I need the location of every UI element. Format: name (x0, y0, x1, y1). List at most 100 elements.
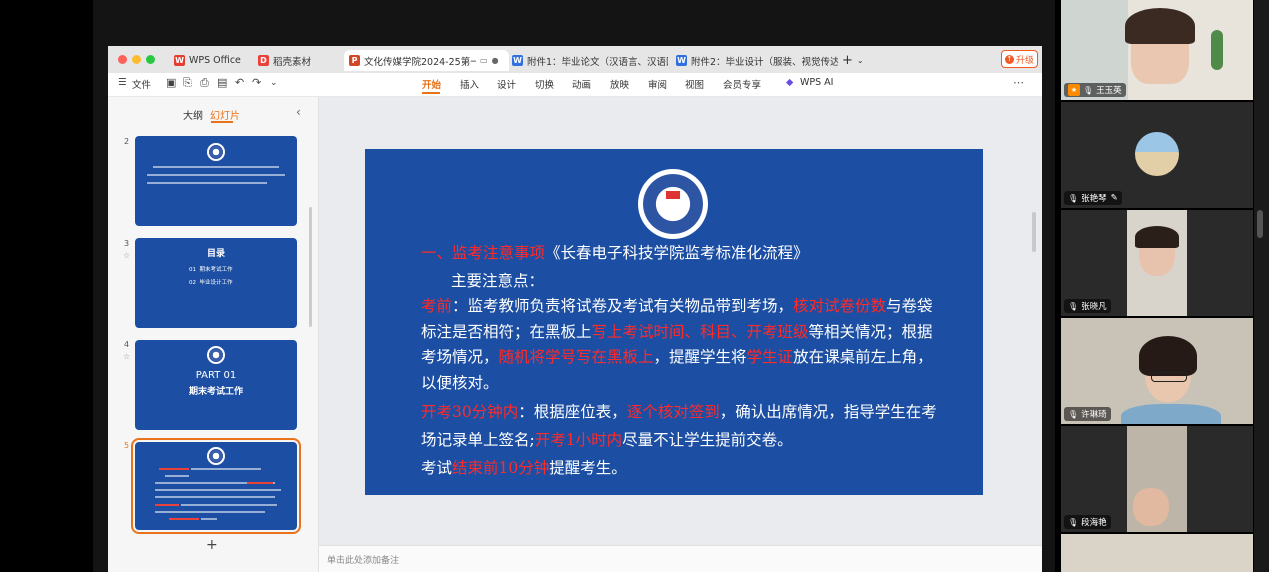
tab-doc-attachment-2[interactable]: W 附件2：毕业设计（服装、视觉传达 (676, 50, 838, 71)
undo-icon[interactable]: ↶ (235, 76, 244, 89)
participant-label: 🎙 段海艳 (1064, 515, 1111, 529)
word-file-icon: W (512, 55, 523, 66)
slide-thumbnail-2[interactable] (135, 136, 297, 226)
text-line-red (155, 504, 179, 506)
participant-tile[interactable]: ★ 🎙 王玉英 (1061, 0, 1253, 100)
slide-number: 4 (124, 340, 130, 349)
participant-tile[interactable]: 🎙 段海艳 (1061, 426, 1253, 532)
chevron-down-icon[interactable]: ⌄ (270, 78, 278, 88)
mic-muted-icon: 🎙 (1068, 409, 1079, 419)
tab-insert[interactable]: 插入 (460, 77, 479, 91)
glasses (1151, 372, 1187, 382)
avatar (1135, 132, 1179, 176)
thumb-toc-title: 目录 (207, 249, 226, 259)
university-seal-icon (638, 169, 708, 239)
maximize-window-button[interactable] (146, 55, 155, 64)
participants-panel: ★ 🎙 王玉英 🎙 张艳琴 ✎ 🎙 张晓凡 🎙 许琳琦 🎙 段海艳 (1061, 0, 1269, 572)
paragraph-end-exam: 考试结束前10分钟提醒考生。 (421, 459, 627, 477)
editor-scrollbar[interactable] (1032, 212, 1036, 252)
ppt-file-icon: P (349, 55, 360, 66)
active-tab-indicator (422, 92, 440, 94)
video-face (1133, 488, 1169, 526)
tab-membership[interactable]: 会员专享 (723, 77, 761, 91)
tab-doc-attachment-1[interactable]: W 附件1：毕业论文（汉语言、汉语国 (512, 50, 668, 71)
tab-start[interactable]: 开始 (422, 77, 441, 91)
slide-thumbnail-3[interactable]: 目录 01 期末考试工作 02 毕业设计工作 (135, 238, 297, 328)
plant-decor (1211, 30, 1223, 70)
participant-label: 🎙 张晓凡 (1064, 299, 1111, 313)
slide-thumbnail-4[interactable]: PART 01 期末考试工作 (135, 340, 297, 430)
tab-bar: W WPS Office D 稻壳素材 P 文化传媒学院2024-25第一 ▭ … (108, 46, 1042, 73)
print-preview-icon[interactable]: ▤ (217, 76, 227, 89)
slide-thumbnail-panel: 大纲 幻灯片 ‹ 2 3 ☆ 目录 01 期末考试工作 02 毕业设计工作 4 (108, 97, 319, 572)
tab-ppt-document[interactable]: P 文化传媒学院2024-25第一 ▭ ● (344, 50, 509, 71)
text-line (181, 504, 277, 506)
text-line (155, 496, 275, 498)
notes-placeholder: 单击此处添加备注 (327, 556, 400, 566)
word-file-icon: W (676, 55, 687, 66)
slide-body[interactable]: 一、监考注意事项《长春电子科技学院监考标准化流程》 主要注意点： 考前：监考教师… (421, 241, 941, 482)
current-slide[interactable]: 一、监考注意事项《长春电子科技学院监考标准化流程》 主要注意点： 考前：监考教师… (365, 149, 983, 495)
video-hair (1135, 226, 1179, 248)
active-tab-indicator (211, 121, 233, 123)
file-menu[interactable]: 文件 (132, 77, 151, 91)
participant-tile[interactable]: 🎙 张晓凡 (1061, 210, 1253, 316)
tab-transition[interactable]: 切换 (535, 77, 554, 91)
wps-window: W WPS Office D 稻壳素材 P 文化传媒学院2024-25第一 ▭ … (108, 46, 1042, 572)
upgrade-icon: ↑ (1004, 54, 1014, 64)
star-icon: ☆ (123, 352, 131, 361)
add-slide-button[interactable]: + (206, 537, 218, 553)
paragraph-before-exam: 考前：监考教师负责将试卷及考试有关物品带到考场，核对试卷份数与卷袋标注是否相符；… (421, 297, 933, 392)
new-tab-button[interactable]: + ⌄ (842, 50, 872, 71)
daoke-icon: D (258, 55, 269, 66)
tab-view[interactable]: 视图 (685, 77, 704, 91)
participant-tile[interactable]: 🎙 张艳琴 ✎ (1061, 102, 1253, 208)
notes-area[interactable]: 单击此处添加备注 (319, 545, 1042, 572)
save-icon[interactable]: ▣ (166, 76, 176, 89)
close-window-button[interactable] (118, 55, 127, 64)
slide-heading: 一、监考注意事项《长春电子科技学院监考标准化流程》 (421, 244, 809, 262)
tab-design[interactable]: 设计 (497, 77, 516, 91)
slide-thumbnail-5[interactable] (131, 438, 301, 534)
slide-number: 2 (124, 137, 130, 146)
school-logo-icon (207, 346, 225, 364)
text-line (155, 489, 281, 491)
wps-ai-icon[interactable]: ◆ (786, 77, 793, 88)
minimize-window-button[interactable] (132, 55, 141, 64)
mic-muted-icon: 🎙 (1068, 517, 1079, 527)
collapse-panel-icon[interactable]: ‹ (296, 105, 301, 119)
slide-editor: 一、监考注意事项《长春电子科技学院监考标准化流程》 主要注意点： 考前：监考教师… (319, 97, 1042, 572)
slide-number: 5 (124, 441, 130, 450)
participant-label: ★ 🎙 王玉英 (1064, 83, 1126, 97)
participant-tile[interactable] (1061, 534, 1253, 572)
text-line-red (169, 518, 199, 520)
print-icon[interactable]: ⎙ (200, 76, 209, 90)
export-icon[interactable]: ⎘ (183, 76, 192, 90)
tab-slides[interactable]: 幻灯片 (210, 107, 240, 122)
upgrade-button[interactable]: ↑ 升级 (1001, 50, 1038, 68)
tab-animation[interactable]: 动画 (572, 77, 591, 91)
scrollbar-thumb[interactable] (1257, 210, 1263, 238)
tab-wps-ai[interactable]: WPS AI (800, 77, 833, 88)
redo-icon[interactable]: ↷ (252, 76, 261, 89)
tab-daoke[interactable]: D 稻壳素材 (258, 50, 338, 71)
participant-label: 🎙 张艳琴 ✎ (1064, 191, 1122, 205)
school-logo-icon (207, 447, 225, 465)
tab-slideshow[interactable]: 放映 (610, 77, 629, 91)
text-line-red (247, 482, 273, 484)
more-options-icon[interactable]: ⋯ (1013, 76, 1024, 89)
participant-tile[interactable]: 🎙 许琳琦 (1061, 318, 1253, 424)
mic-muted-icon: 🎙 (1068, 193, 1079, 203)
video-hair (1139, 336, 1197, 376)
black-margin (0, 0, 93, 572)
tab-wps-office[interactable]: W WPS Office (174, 50, 252, 71)
text-line (147, 174, 285, 176)
screen-icon: ▭ (480, 56, 488, 65)
tab-dot-icon[interactable]: ● (492, 56, 499, 65)
tab-review[interactable]: 审阅 (648, 77, 667, 91)
menu-icon[interactable]: ☰ (118, 77, 127, 88)
participants-scrollbar[interactable] (1254, 0, 1269, 572)
tab-outline[interactable]: 大纲 (183, 107, 203, 122)
panel-scrollbar[interactable] (309, 207, 312, 327)
text-line (153, 166, 279, 168)
